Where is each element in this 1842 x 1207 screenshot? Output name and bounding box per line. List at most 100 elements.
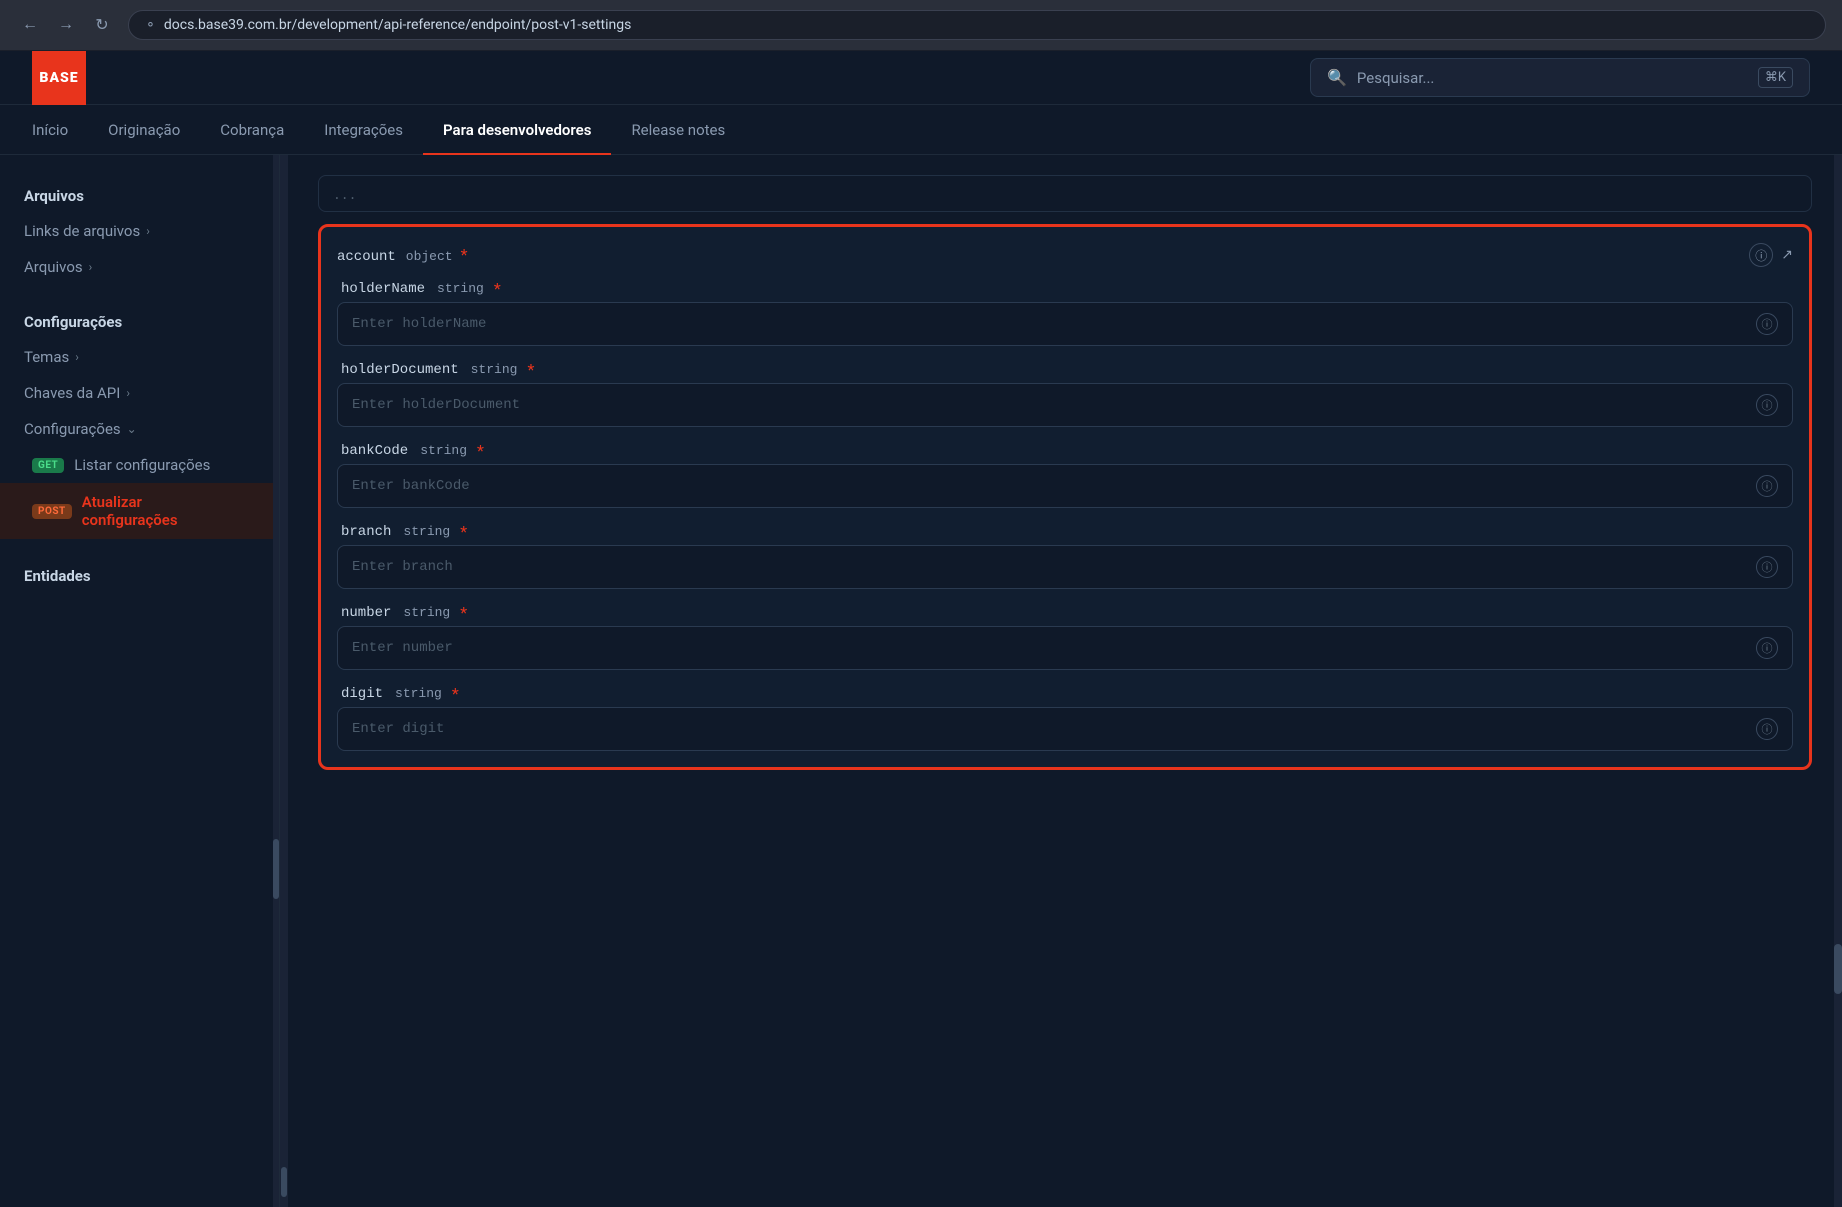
input-branch[interactable]: Enter branch ⓘ [337, 545, 1793, 589]
field-name-digit: digit [341, 686, 383, 702]
field-group-number: number string * Enter number ⓘ [337, 603, 1793, 670]
expand-icon[interactable]: ↗ [1781, 247, 1793, 263]
layout: Arquivos Links de arquivos › Arquivos › … [0, 155, 1842, 1207]
required-star-6: * [452, 684, 459, 703]
refresh-button[interactable]: ↻ [88, 11, 116, 39]
sidebar-label: Temas [24, 348, 69, 366]
info-icon-button[interactable]: ⓘ [1749, 243, 1773, 267]
info-icon-holderDocument[interactable]: ⓘ [1756, 394, 1778, 416]
placeholder-number: Enter number [352, 640, 453, 656]
section-title-configuracoes: Configurações [0, 305, 279, 339]
required-star-3: * [477, 441, 484, 460]
sidebar-label: Listar configurações [74, 456, 210, 474]
field-type-holderDocument: string [471, 362, 518, 377]
input-holderDocument[interactable]: Enter holderDocument ⓘ [337, 383, 1793, 427]
chevron-down-icon: ⌄ [127, 422, 137, 436]
main-content: ... account object * ⓘ ↗ [288, 155, 1842, 1207]
top-nav-area: BASE 🔍 Pesquisar... ⌘K [0, 51, 1842, 105]
input-holderName[interactable]: Enter holderName ⓘ [337, 302, 1793, 346]
partial-content: ... [333, 188, 356, 203]
field-name-bankCode: bankCode [341, 443, 408, 459]
sidebar-item-configuracoes-dropdown[interactable]: Configurações ⌄ [0, 411, 279, 447]
scrollbar-track [273, 155, 279, 1207]
api-form-area: ... account object * ⓘ ↗ [288, 155, 1842, 790]
field-group-digit: digit string * Enter digit ⓘ [337, 684, 1793, 751]
input-bankCode[interactable]: Enter bankCode ⓘ [337, 464, 1793, 508]
required-indicator: * [461, 245, 468, 264]
address-bar[interactable]: ⚬ docs.base39.com.br/development/api-ref… [128, 10, 1826, 40]
required-star-4: * [460, 522, 467, 541]
search-shortcut: ⌘K [1758, 67, 1793, 88]
input-number[interactable]: Enter number ⓘ [337, 626, 1793, 670]
info-icon-number[interactable]: ⓘ [1756, 637, 1778, 659]
nav-item-release-notes[interactable]: Release notes [611, 105, 745, 155]
info-icon-digit[interactable]: ⓘ [1756, 718, 1778, 740]
sidebar-item-listar-configuracoes[interactable]: GET Listar configurações [0, 447, 279, 483]
sidebar-active-label: Atualizarconfigurações [82, 493, 178, 529]
sidebar-divider-2 [0, 539, 279, 555]
field-name-holderDocument: holderDocument [341, 362, 459, 378]
account-field-label: account object * [337, 245, 467, 265]
forward-button[interactable]: → [52, 11, 80, 39]
sidebar-label: Chaves da API [24, 384, 120, 402]
nav-item-para-desenvolvedores[interactable]: Para desenvolvedores [423, 105, 611, 155]
get-badge: GET [32, 458, 64, 473]
sidebar-item-links-de-arquivos[interactable]: Links de arquivos › [0, 213, 279, 249]
sidebar-label: Links de arquivos [24, 222, 140, 240]
browser-nav: ← → ↻ [16, 11, 116, 39]
required-star: * [494, 279, 501, 298]
sidebar-divider [0, 285, 279, 301]
nav-item-originacao[interactable]: Originação [88, 105, 200, 155]
field-type-holderName: string [437, 281, 484, 296]
field-type-branch: string [403, 524, 450, 539]
account-label: account [337, 249, 396, 265]
chevron-icon: › [75, 350, 79, 364]
info-icon-branch[interactable]: ⓘ [1756, 556, 1778, 578]
account-object-box: account object * ⓘ ↗ holderName string * [318, 224, 1812, 770]
field-type-bankCode: string [420, 443, 467, 458]
chevron-icon: › [89, 260, 93, 274]
info-icon-holderName[interactable]: ⓘ [1756, 313, 1778, 335]
account-box-header: account object * ⓘ ↗ [337, 243, 1793, 267]
right-scrollbar-thumb[interactable] [1834, 944, 1842, 994]
scroll-thumb-mid [281, 1167, 287, 1197]
right-scrollbar-track [1834, 155, 1842, 1207]
nav-item-cobranca[interactable]: Cobrança [200, 105, 304, 155]
back-button[interactable]: ← [16, 11, 44, 39]
url-text: docs.base39.com.br/development/api-refer… [164, 17, 631, 33]
nav-item-inicio[interactable]: Início [32, 105, 88, 155]
sidebar-item-arquivos[interactable]: Arquivos › [0, 249, 279, 285]
main-navigation: Início Originação Cobrança Integrações P… [0, 105, 1842, 155]
middle-divider [280, 155, 288, 1207]
field-type-number: string [403, 605, 450, 620]
sidebar-label: Arquivos [24, 258, 83, 276]
field-group-holderDocument: holderDocument string * Enter holderDocu… [337, 360, 1793, 427]
field-group-bankCode: bankCode string * Enter bankCode ⓘ [337, 441, 1793, 508]
scrollbar-thumb[interactable] [273, 839, 279, 899]
sidebar-item-atualizar-configuracoes[interactable]: POST Atualizarconfigurações [0, 483, 279, 539]
sidebar-item-chaves-da-api[interactable]: Chaves da API › [0, 375, 279, 411]
placeholder-bankCode: Enter bankCode [352, 478, 470, 494]
logo: BASE [32, 51, 86, 105]
post-badge: POST [32, 504, 72, 519]
search-bar[interactable]: 🔍 Pesquisar... ⌘K [1310, 58, 1810, 97]
search-placeholder: Pesquisar... [1357, 69, 1748, 87]
placeholder-digit: Enter digit [352, 721, 444, 737]
chevron-icon: › [126, 386, 130, 400]
site-icon: ⚬ [145, 18, 156, 33]
nav-item-integracoes[interactable]: Integrações [304, 105, 423, 155]
sidebar-item-temas[interactable]: Temas › [0, 339, 279, 375]
account-type: object [406, 249, 453, 264]
field-group-holderName: holderName string * Enter holderName ⓘ [337, 279, 1793, 346]
partial-top-element: ... [318, 175, 1812, 212]
section-title-entidades: Entidades [0, 559, 279, 593]
info-icon-bankCode[interactable]: ⓘ [1756, 475, 1778, 497]
field-name-holderName: holderName [341, 281, 425, 297]
browser-chrome: ← → ↻ ⚬ docs.base39.com.br/development/a… [0, 0, 1842, 51]
required-star-5: * [460, 603, 467, 622]
search-icon: 🔍 [1327, 68, 1347, 87]
placeholder-holderName: Enter holderName [352, 316, 486, 332]
input-digit[interactable]: Enter digit ⓘ [337, 707, 1793, 751]
placeholder-branch: Enter branch [352, 559, 453, 575]
header-icons: ⓘ ↗ [1749, 243, 1793, 267]
